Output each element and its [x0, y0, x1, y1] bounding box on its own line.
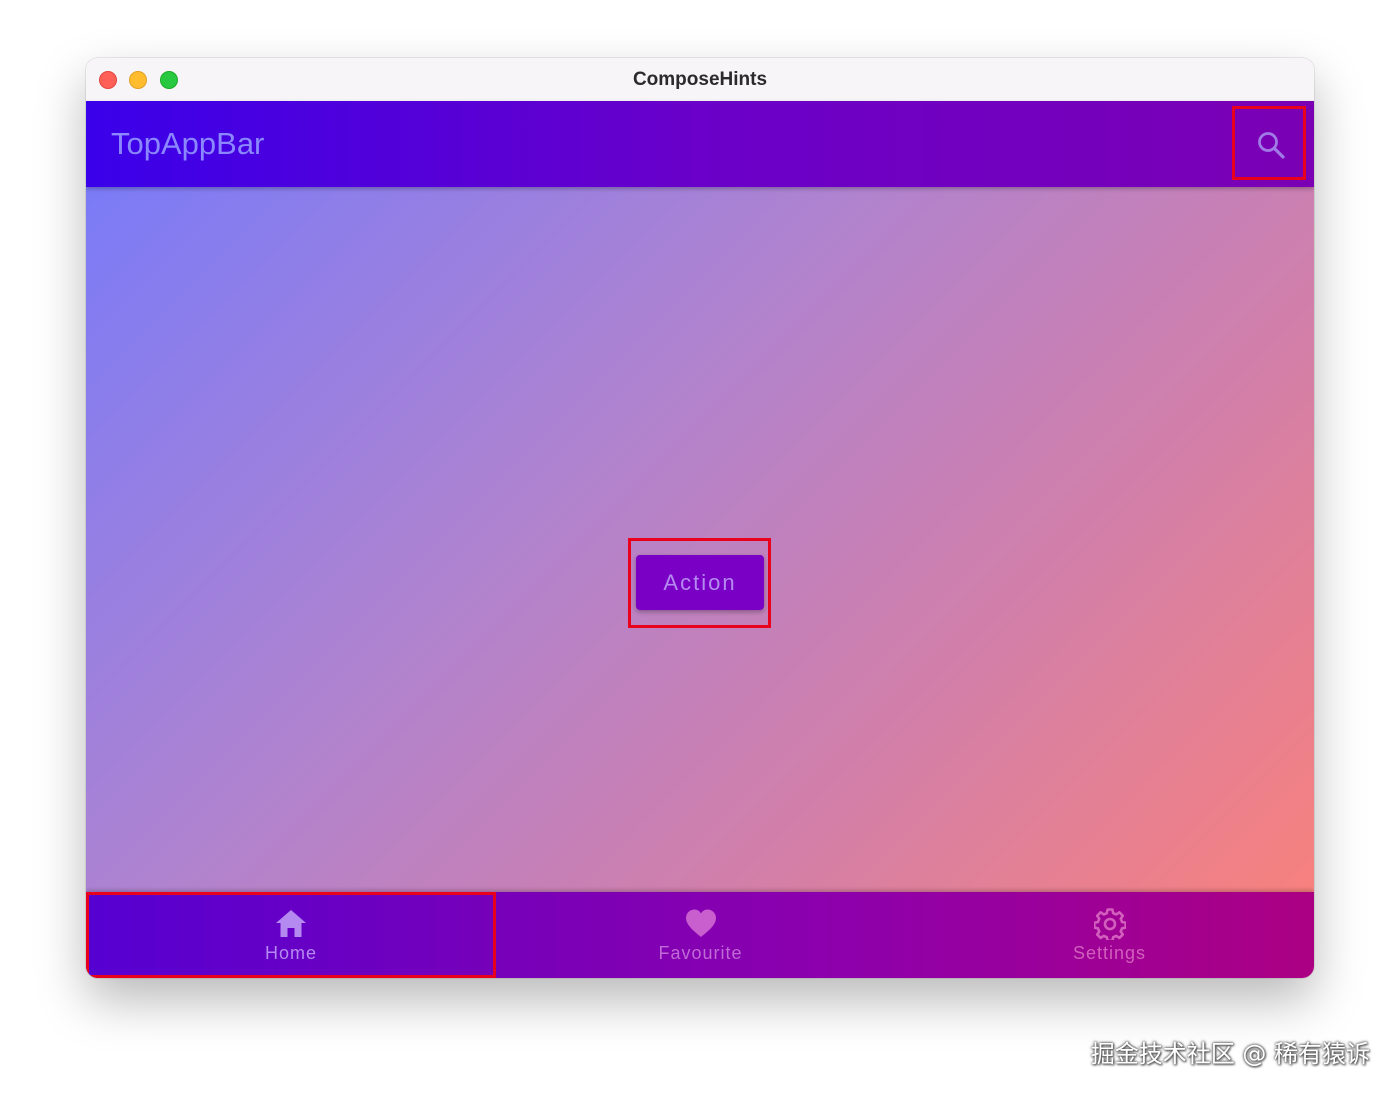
search-icon: [1258, 132, 1285, 159]
search-button[interactable]: [1232, 106, 1306, 180]
gear-icon: [1093, 908, 1126, 940]
action-button[interactable]: Action: [636, 555, 764, 610]
app-window: ComposeHints TopAppBar Action Home Favou…: [86, 58, 1314, 978]
action-button-highlight: Action: [628, 538, 771, 628]
nav-item-settings[interactable]: Settings: [905, 892, 1314, 978]
bottom-navigation: Home Favourite Settings: [86, 892, 1314, 978]
app-bar-title: TopAppBar: [111, 126, 265, 161]
nav-item-home[interactable]: Home: [86, 892, 496, 978]
top-app-bar: TopAppBar: [86, 101, 1314, 187]
nav-label-home: Home: [264, 943, 317, 963]
nav-label-settings: Settings: [1072, 943, 1147, 963]
nav-label-favourite: Favourite: [658, 943, 743, 963]
window-titlebar: ComposeHints: [86, 58, 1314, 102]
window-title: ComposeHints: [632, 69, 768, 90]
main-content: Action: [86, 187, 1314, 892]
nav-item-favourite[interactable]: Favourite: [496, 892, 905, 978]
heart-icon: [685, 909, 716, 937]
watermark: 掘金技术社区 @ 稀有猿诉: [1090, 1040, 1370, 1068]
home-icon: [276, 910, 306, 937]
